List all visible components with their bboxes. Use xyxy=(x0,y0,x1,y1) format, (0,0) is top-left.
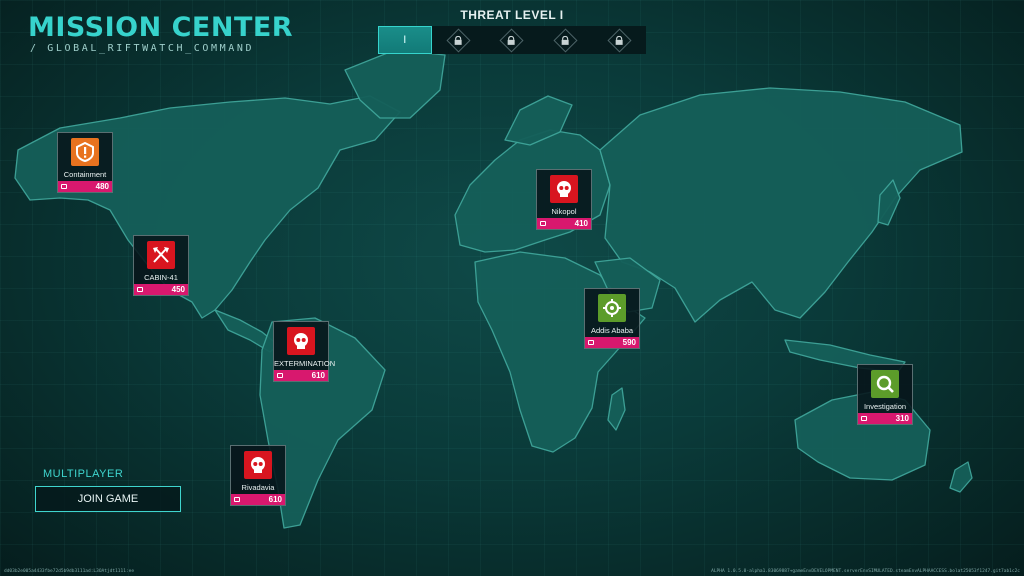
build-version-text: ALPHA 1.0.5.0-alpha1.83069887+gameEnvDEV… xyxy=(711,569,1020,574)
mission-card-extermination[interactable]: EXTERMINATION 610 xyxy=(273,321,336,382)
lock-icon xyxy=(607,27,632,53)
skull-icon xyxy=(244,451,272,479)
lock-icon xyxy=(499,27,525,53)
threat-level-1-tab[interactable]: I xyxy=(378,26,432,54)
ticket-icon xyxy=(277,373,283,378)
north-america-landmass xyxy=(14,95,401,319)
mission-name: Nikopol xyxy=(551,207,577,216)
join-game-button[interactable]: JOIN GAME xyxy=(35,486,181,512)
skull-icon xyxy=(550,175,578,203)
mission-reward: 590 xyxy=(585,337,639,348)
mission-name: Rivadavia xyxy=(241,483,275,492)
reward-value: 410 xyxy=(574,219,588,228)
madagascar-landmass xyxy=(607,387,626,431)
threat-level-3-tab[interactable] xyxy=(485,26,539,54)
lock-icon xyxy=(553,27,578,53)
mission-name: Addis Ababa xyxy=(590,326,634,335)
threat-level-4-tab[interactable] xyxy=(539,26,593,54)
session-id-text: dd03b2e005a4433fbe72d5b9db3111ad:L3OAtjd… xyxy=(4,569,135,574)
mission-name: Containment xyxy=(63,170,107,179)
mission-reward: 310 xyxy=(858,413,912,424)
threat-level-label: I xyxy=(403,34,407,46)
alert-shield-icon xyxy=(71,138,99,166)
threat-level-title: THREAT LEVEL I xyxy=(460,8,564,22)
magnifier-icon xyxy=(871,370,899,398)
mission-card-containment[interactable]: Containment 480 xyxy=(57,132,113,193)
mission-reward: 410 xyxy=(537,218,591,229)
mission-reward: 480 xyxy=(58,181,112,192)
reward-value: 480 xyxy=(95,182,109,191)
reward-value: 610 xyxy=(311,371,325,380)
mission-map-screen: MISSION CENTER / GLOBAL_RIFTWATCH_COMMAN… xyxy=(0,0,1024,576)
crossed-axes-icon xyxy=(147,241,175,269)
mission-name: CABIN-41 xyxy=(144,273,178,282)
crosshair-icon xyxy=(598,294,626,322)
ticket-icon xyxy=(861,416,867,421)
ticket-icon xyxy=(234,497,240,502)
page-title: MISSION CENTER xyxy=(28,12,294,43)
mission-name: Investigation xyxy=(863,402,907,411)
threat-level-5-tab[interactable] xyxy=(592,26,646,54)
threat-level-2-tab[interactable] xyxy=(432,26,486,54)
new-zealand-landmass xyxy=(949,461,973,493)
mission-card-rivadavia[interactable]: Rivadavia 610 xyxy=(230,445,286,506)
reward-value: 310 xyxy=(895,414,909,423)
mission-card-nikopol[interactable]: Nikopol 410 xyxy=(536,169,592,230)
mission-card-addis-ababa[interactable]: Addis Ababa 590 xyxy=(584,288,640,349)
reward-value: 450 xyxy=(171,285,185,294)
reward-value: 590 xyxy=(622,338,636,347)
mission-card-investigation[interactable]: Investigation 310 xyxy=(857,364,913,425)
skull-icon xyxy=(287,327,315,355)
mission-reward: 610 xyxy=(274,370,328,381)
mission-card-cabin-41[interactable]: CABIN-41 450 xyxy=(133,235,189,296)
ticket-icon xyxy=(137,287,143,292)
mission-reward: 450 xyxy=(134,284,188,295)
reward-value: 610 xyxy=(268,495,282,504)
multiplayer-label: MULTIPLAYER xyxy=(43,468,124,480)
mission-reward: 610 xyxy=(231,494,285,505)
ticket-icon xyxy=(61,184,67,189)
ticket-icon xyxy=(540,221,546,226)
mission-name: EXTERMINATION xyxy=(274,359,336,368)
threat-level-selector: I xyxy=(378,26,646,54)
ticket-icon xyxy=(588,340,594,345)
page-subtitle: / GLOBAL_RIFTWATCH_COMMAND xyxy=(30,43,255,54)
lock-icon xyxy=(446,27,471,53)
